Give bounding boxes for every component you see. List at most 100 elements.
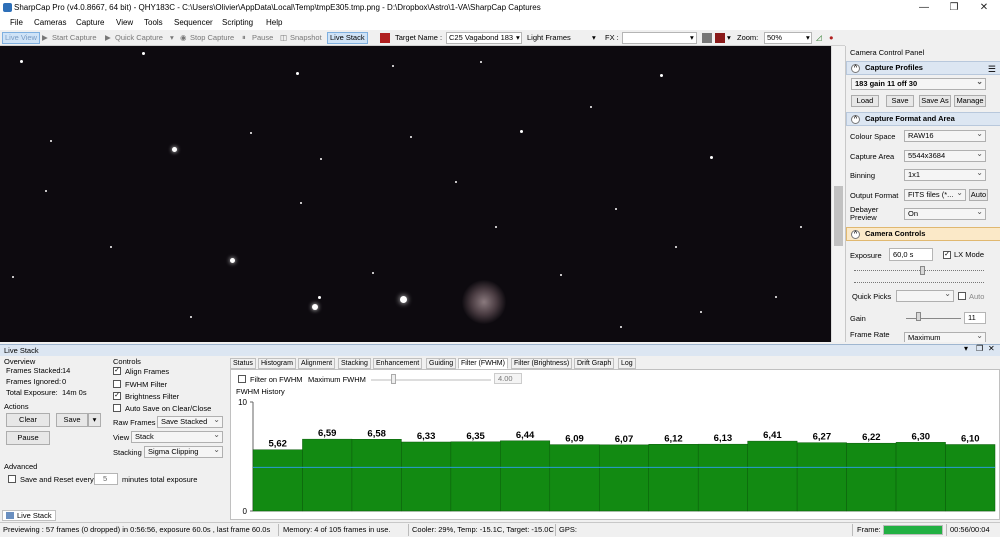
menu-tools[interactable]: Tools: [144, 18, 163, 27]
frame-type-dropdown-icon[interactable]: ▾: [592, 32, 596, 44]
clear-button[interactable]: Clear: [6, 413, 50, 427]
auto-save-checkbox[interactable]: [113, 404, 121, 412]
tab-enhancement[interactable]: Enhancement: [373, 358, 423, 369]
gain-input[interactable]: 11: [964, 312, 986, 324]
exposure-slider-thumb[interactable]: [920, 266, 925, 275]
target-dropdown-icon[interactable]: ▾: [516, 32, 520, 44]
max-fwhm-slider-thumb[interactable]: [391, 374, 396, 384]
manage-profiles-button[interactable]: Manage: [954, 95, 986, 107]
max-fwhm-slider-track[interactable]: [371, 379, 491, 381]
stop-capture-button[interactable]: Stop Capture: [190, 32, 234, 44]
pause-button[interactable]: Pause: [252, 32, 273, 44]
stacking-select[interactable]: Sigma Clipping: [144, 446, 223, 458]
menu-view[interactable]: View: [116, 18, 133, 27]
menu-scripting[interactable]: Scripting: [222, 18, 253, 27]
gain-label: Gain: [850, 314, 866, 323]
binning-select[interactable]: 1x1: [904, 169, 986, 181]
exposure-slider-track[interactable]: [854, 270, 984, 271]
menu-help[interactable]: Help: [266, 18, 282, 27]
camera-preview-image[interactable]: [0, 46, 831, 342]
raw-frames-select[interactable]: Save Stacked: [157, 416, 223, 428]
close-live-stack-icon[interactable]: ✕: [988, 344, 995, 353]
zoom-select[interactable]: 50%: [764, 32, 812, 44]
colour-space-select[interactable]: RAW16: [904, 130, 986, 142]
start-capture-button[interactable]: Start Capture: [52, 32, 97, 44]
fwhm-bar: [450, 441, 501, 512]
fwhm-history-chart: 0 10 5,62 6,59 6,58 6,33 6,35 6,44 6,09 6,07 6,12 6…: [238, 398, 996, 516]
tab-status[interactable]: Status: [230, 358, 256, 369]
tab-filter-brightness[interactable]: Filter (Brightness): [511, 358, 573, 369]
tab-log[interactable]: Log: [618, 358, 636, 369]
quick-picks-auto-checkbox[interactable]: [958, 292, 966, 300]
quick-capture-dropdown-icon[interactable]: ▾: [170, 32, 174, 44]
focus-icon[interactable]: ●: [829, 32, 834, 44]
load-profile-button[interactable]: Load: [851, 95, 879, 107]
scrollbar-thumb[interactable]: [834, 186, 843, 246]
maximize-button[interactable]: ❐: [942, 1, 966, 14]
save-reset-checkbox[interactable]: [8, 475, 16, 483]
pin-icon[interactable]: ▾: [964, 344, 968, 353]
frame-rate-select[interactable]: Maximum: [904, 332, 986, 342]
output-format-auto-button[interactable]: Auto: [969, 189, 988, 201]
zoom-select-arrow-icon[interactable]: ▾: [806, 32, 810, 44]
camera-controls-header[interactable]: ^ Camera Controls: [846, 227, 1000, 241]
restore-icon[interactable]: ❐: [976, 344, 983, 353]
menu-capture[interactable]: Capture: [76, 18, 104, 27]
histogram-icon[interactable]: ◿: [816, 32, 822, 44]
menu-icon[interactable]: ☰: [988, 63, 996, 75]
menu-sequencer[interactable]: Sequencer: [174, 18, 213, 27]
save-reset-minutes-input[interactable]: 5: [94, 473, 118, 485]
tab-guiding[interactable]: Guiding: [426, 358, 457, 369]
quick-capture-button[interactable]: Quick Capture: [115, 32, 163, 44]
fx-select[interactable]: [622, 32, 697, 44]
target-name-input[interactable]: C25 Vagabond 183: [446, 32, 522, 44]
snapshot-button[interactable]: Snapshot: [290, 32, 322, 44]
fwhm-filter-checkbox[interactable]: [113, 380, 121, 388]
frame-type-select[interactable]: Light Frames: [527, 32, 571, 44]
lx-mode-checkbox[interactable]: ✓: [943, 251, 951, 259]
live-view-button[interactable]: Live View: [2, 32, 40, 44]
menu-file[interactable]: File: [10, 18, 23, 27]
fx-dropdown-icon[interactable]: ▾: [690, 32, 694, 44]
filter-on-fwhm-label: Filter on FWHM: [250, 375, 303, 384]
view-select[interactable]: Stack: [131, 431, 223, 443]
live-stack-dock-tab[interactable]: Live Stack: [2, 510, 56, 521]
filter-on-fwhm-checkbox[interactable]: [238, 375, 246, 383]
preview-scrollbar[interactable]: [831, 46, 845, 342]
brightness-filter-checkbox[interactable]: ✓: [113, 392, 121, 400]
debayer-preview-select[interactable]: On: [904, 208, 986, 220]
capture-area-select[interactable]: 5544x3684: [904, 150, 986, 162]
pause-stack-button[interactable]: Pause: [6, 431, 50, 445]
cooler-status: Cooler: 29%, Temp: -15.1C, Target: -15.0…: [412, 525, 554, 534]
align-frames-checkbox[interactable]: ✓: [113, 367, 121, 375]
menu-cameras[interactable]: Cameras: [34, 18, 66, 27]
tab-drift-graph[interactable]: Drift Graph: [574, 358, 615, 369]
close-button[interactable]: ✕: [972, 1, 996, 14]
minimize-button[interactable]: —: [912, 1, 936, 14]
exposure-input[interactable]: 60,0 s: [889, 248, 933, 261]
save-profile-button[interactable]: Save: [886, 95, 914, 107]
exposure-fine-slider[interactable]: [854, 282, 984, 283]
tab-alignment[interactable]: Alignment: [298, 358, 336, 369]
save-options-dropdown-icon[interactable]: ▾: [88, 413, 101, 427]
quick-picks-auto-label: Auto: [969, 292, 985, 301]
display-settings-icon[interactable]: [702, 33, 712, 43]
collapse-icon: ^: [851, 230, 860, 239]
save-as-profile-button[interactable]: Save As: [919, 95, 951, 107]
output-format-select[interactable]: FITS files (*...: [904, 189, 966, 201]
save-stack-button[interactable]: Save: [56, 413, 88, 427]
fwhm-bar: [648, 444, 699, 512]
tab-histogram[interactable]: Histogram: [258, 358, 296, 369]
quick-picks-select[interactable]: [896, 290, 954, 302]
profile-select[interactable]: 183 gain 11 off 30: [851, 78, 986, 90]
tab-stacking[interactable]: Stacking: [338, 358, 371, 369]
live-stack-button[interactable]: Live Stack: [327, 32, 368, 44]
capture-profiles-header[interactable]: ^ Capture Profiles ☰: [846, 61, 1000, 75]
zoom-dropdown-icon[interactable]: ▾: [727, 32, 731, 44]
capture-format-header[interactable]: ^ Capture Format and Area: [846, 112, 1000, 126]
gain-slider-thumb[interactable]: [916, 312, 921, 321]
max-fwhm-input[interactable]: 4.00: [494, 373, 522, 384]
tab-filter-fwhm[interactable]: Filter (FWHM): [458, 358, 508, 369]
gain-slider-track[interactable]: [906, 318, 961, 319]
highlight-icon[interactable]: [715, 33, 725, 43]
